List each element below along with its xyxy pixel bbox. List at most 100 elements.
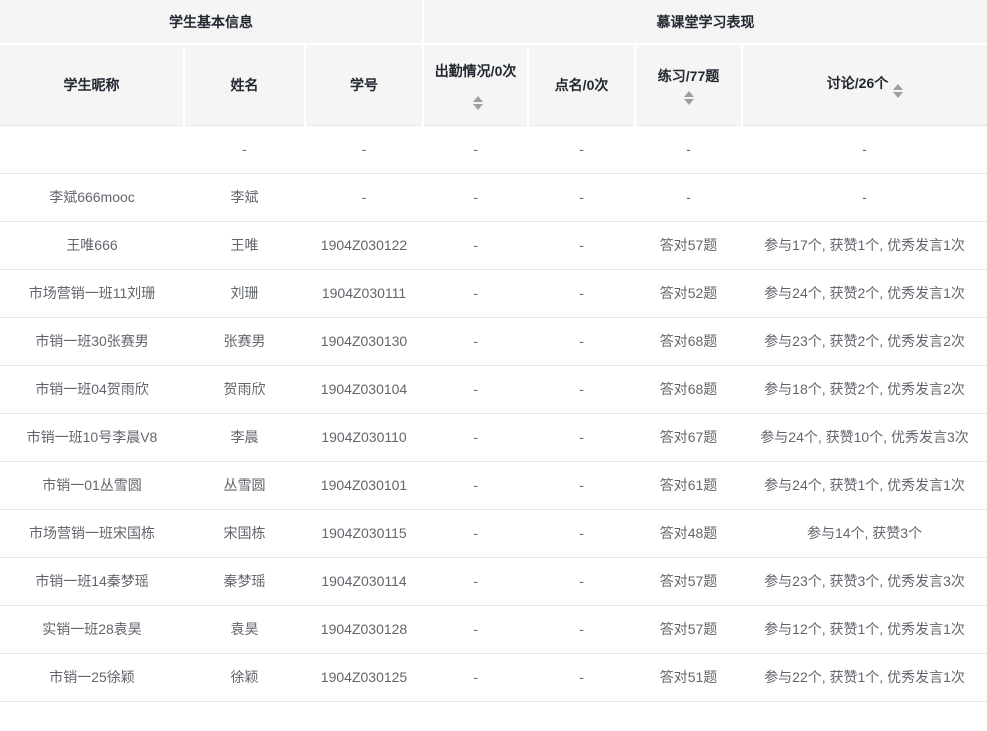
caret-down-icon xyxy=(893,92,903,98)
cell-text: 1904Z030110 xyxy=(321,429,406,445)
cell-roll-call: - xyxy=(528,461,635,509)
cell-text: 张赛男 xyxy=(224,333,266,349)
cell-text: - xyxy=(473,285,478,301)
cell-exercise: 答对68题 xyxy=(635,365,742,413)
cell-name: 宋国栋 xyxy=(184,509,305,557)
cell-discussion: - xyxy=(742,125,987,173)
cell-name: 王唯 xyxy=(184,221,305,269)
cell-student-id: 1904Z030104 xyxy=(305,365,423,413)
cell-nickname: 市销一班14秦梦瑶 xyxy=(0,557,184,605)
cell-discussion: 参与14个, 获赞3个 xyxy=(742,509,987,557)
table-row: 王唯666 王唯 1904Z030122 - - 答对57题 参与17个, 获赞… xyxy=(0,221,987,269)
cell-exercise: 答对68题 xyxy=(635,317,742,365)
student-grade-page: 学生基本信息 慕课堂学习表现 学生昵称 姓名 学号 出勤情况/0次 点名/0次 xyxy=(0,0,987,731)
cell-attendance: - xyxy=(423,605,528,653)
cell-text: 参与24个, 获赞2个, 优秀发言1次 xyxy=(764,285,965,301)
cell-exercise: 答对48题 xyxy=(635,509,742,557)
column-header-exercise-sort[interactable]: 练习/77题 xyxy=(635,44,742,125)
table-row: 市销一25徐颖 徐颖 1904Z030125 - - 答对51题 参与22个, … xyxy=(0,653,987,701)
cell-name: 贺雨欣 xyxy=(184,365,305,413)
cell-discussion: 参与23个, 获赞3个, 优秀发言3次 xyxy=(742,557,987,605)
cell-student-id: 1904Z030101 xyxy=(305,461,423,509)
cell-text: 市销一班14秦梦瑶 xyxy=(35,573,149,589)
cell-roll-call: - xyxy=(528,365,635,413)
cell-attendance: - xyxy=(423,317,528,365)
column-header-attendance-sort[interactable]: 出勤情况/0次 xyxy=(423,44,528,125)
cell-name: - xyxy=(184,125,305,173)
cell-discussion: 参与22个, 获赞1个, 优秀发言1次 xyxy=(742,653,987,701)
table-row: 李斌666mooc 李斌 - - - - - xyxy=(0,173,987,221)
cell-text: - xyxy=(579,285,584,301)
cell-text: 市销一班30张赛男 xyxy=(35,333,149,349)
cell-text: 实销一班28袁昊 xyxy=(42,621,142,637)
cell-nickname: 市场营销一班11刘珊 xyxy=(0,269,184,317)
cell-attendance: - xyxy=(423,653,528,701)
cell-roll-call: - xyxy=(528,653,635,701)
sort-caret-icon xyxy=(893,84,903,98)
cell-student-id: 1904Z030125 xyxy=(305,653,423,701)
caret-up-icon xyxy=(473,96,483,102)
cell-name: 徐颖 xyxy=(184,653,305,701)
cell-exercise: - xyxy=(635,173,742,221)
cell-exercise: 答对52题 xyxy=(635,269,742,317)
cell-text: 袁昊 xyxy=(231,621,259,637)
caret-down-icon xyxy=(473,104,483,110)
sort-caret-icon xyxy=(473,96,483,110)
cell-text: - xyxy=(579,621,584,637)
cell-text: 参与24个, 获赞10个, 优秀发言3次 xyxy=(760,429,969,445)
cell-text: 市销一班04贺雨欣 xyxy=(35,381,149,397)
cell-attendance: - xyxy=(423,173,528,221)
cell-attendance: - xyxy=(423,557,528,605)
cell-text: 王唯 xyxy=(231,237,259,253)
cell-text: - xyxy=(686,141,691,157)
cell-discussion: 参与24个, 获赞1个, 优秀发言1次 xyxy=(742,461,987,509)
cell-text: - xyxy=(362,141,367,157)
cell-exercise: 答对61题 xyxy=(635,461,742,509)
cell-text: - xyxy=(579,429,584,445)
student-performance-table: 学生基本信息 慕课堂学习表现 学生昵称 姓名 学号 出勤情况/0次 点名/0次 xyxy=(0,0,987,702)
column-header-label: 点名/0次 xyxy=(555,77,609,93)
cell-text: 答对68题 xyxy=(660,381,718,397)
cell-nickname: 实销一班28袁昊 xyxy=(0,605,184,653)
cell-text: 答对51题 xyxy=(660,669,718,685)
column-header-label: 练习/77题 xyxy=(658,64,719,88)
cell-text: 1904Z030111 xyxy=(322,285,406,301)
cell-text: 徐颖 xyxy=(231,669,259,685)
cell-text: 1904Z030128 xyxy=(321,621,407,637)
sort-caret-icon xyxy=(684,91,694,105)
cell-nickname: 市销一班30张赛男 xyxy=(0,317,184,365)
cell-discussion: 参与18个, 获赞2个, 优秀发言2次 xyxy=(742,365,987,413)
column-header-discussion-sort[interactable]: 讨论/26个 xyxy=(742,44,987,125)
cell-text: - xyxy=(686,189,691,205)
cell-text: 1904Z030125 xyxy=(321,669,407,685)
cell-text: - xyxy=(473,141,478,157)
cell-text: 市销一01丛雪圆 xyxy=(42,477,142,493)
cell-nickname: 市销一班04贺雨欣 xyxy=(0,365,184,413)
cell-text: 答对61题 xyxy=(660,477,718,493)
cell-roll-call: - xyxy=(528,125,635,173)
header-group-row: 学生基本信息 慕课堂学习表现 xyxy=(0,0,987,44)
cell-text: 参与22个, 获赞1个, 优秀发言1次 xyxy=(764,669,965,685)
cell-text: 参与18个, 获赞2个, 优秀发言2次 xyxy=(764,381,965,397)
column-header-label: 讨论/26个 xyxy=(827,75,888,91)
cell-text: 市销一25徐颖 xyxy=(49,669,135,685)
cell-student-id: 1904Z030128 xyxy=(305,605,423,653)
cell-text: - xyxy=(242,141,247,157)
cell-text: 参与17个, 获赞1个, 优秀发言1次 xyxy=(764,237,965,253)
cell-text: 王唯666 xyxy=(66,237,117,253)
column-header-roll-call: 点名/0次 xyxy=(528,44,635,125)
column-header-label: 姓名 xyxy=(231,77,259,93)
cell-roll-call: - xyxy=(528,269,635,317)
cell-nickname: 王唯666 xyxy=(0,221,184,269)
cell-name: 秦梦瑶 xyxy=(184,557,305,605)
cell-text: - xyxy=(473,621,478,637)
cell-text: 贺雨欣 xyxy=(224,381,266,397)
cell-text: 答对57题 xyxy=(660,573,718,589)
column-header-student-id: 学号 xyxy=(305,44,423,125)
cell-text: 李斌666mooc xyxy=(49,189,135,205)
cell-text: 1904Z030115 xyxy=(321,525,406,541)
cell-text: - xyxy=(473,189,478,205)
table-row: 市场营销一班11刘珊 刘珊 1904Z030111 - - 答对52题 参与24… xyxy=(0,269,987,317)
cell-text: - xyxy=(579,525,584,541)
cell-text: 1904Z030114 xyxy=(321,573,406,589)
